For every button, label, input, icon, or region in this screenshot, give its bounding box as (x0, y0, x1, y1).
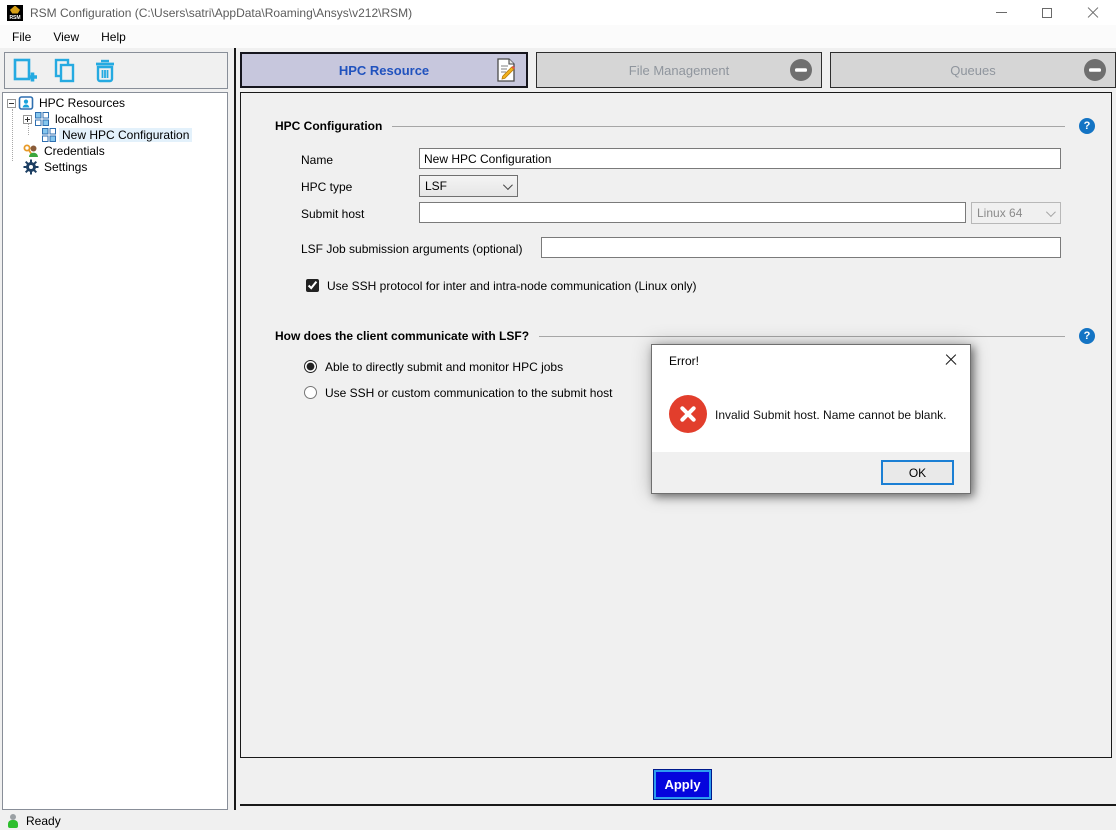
chevron-down-icon (502, 179, 513, 190)
submit-host-label: Submit host (301, 207, 365, 221)
status-user-body (8, 819, 18, 828)
ssh-custom-radio-label[interactable]: Use SSH or custom communication to the s… (325, 386, 612, 400)
collapse-expander-icon[interactable] (7, 98, 16, 108)
close-button[interactable] (1070, 0, 1116, 25)
name-input[interactable] (419, 148, 1061, 169)
app-logo-gold-shape (10, 5, 20, 14)
tree-item-label[interactable]: New HPC Configuration (59, 128, 193, 142)
close-icon (1087, 7, 1099, 19)
expand-expander-icon[interactable] (23, 114, 32, 124)
platform-select: Linux 64 (971, 202, 1061, 224)
maximize-icon (1042, 7, 1052, 18)
trash-icon (96, 59, 114, 82)
cluster-icon (42, 128, 56, 142)
hpc-type-value: LSF (425, 179, 448, 193)
help-glyph: ? (1083, 330, 1091, 342)
status-user-icon (8, 813, 18, 828)
menu-file[interactable]: File (2, 27, 41, 47)
copy-icon (54, 58, 75, 82)
panel-divider (234, 48, 236, 810)
ok-button[interactable]: OK (881, 460, 954, 485)
menu-view[interactable]: View (43, 27, 89, 47)
dialog-footer: OK (652, 452, 970, 493)
minimize-icon (995, 12, 1007, 13)
apply-strip: Apply (240, 758, 1116, 806)
ssh-protocol-checkbox[interactable] (306, 279, 319, 292)
menu-bar: File View Help (0, 25, 1116, 48)
chevron-down-icon (1045, 206, 1056, 217)
error-dialog-title: Error! (669, 354, 699, 368)
error-dialog: Error! Invalid Submit host. Name cannot … (651, 344, 971, 494)
error-icon (669, 395, 707, 433)
tree-item-credentials[interactable]: Credentials (21, 143, 108, 159)
hpc-type-select[interactable]: LSF (419, 175, 518, 197)
settings-gear-icon (23, 159, 39, 175)
tree-item-label[interactable]: Credentials (41, 144, 108, 158)
hpc-configuration-section-header: HPC Configuration (275, 119, 1065, 133)
minimize-button[interactable] (978, 0, 1024, 25)
cluster-icon (35, 112, 49, 126)
status-user-head (10, 813, 16, 820)
duplicate-configuration-button[interactable] (49, 56, 81, 86)
circle-minus-icon (790, 59, 812, 81)
client-communication-section-header: How does the client communicate with LSF… (275, 329, 1065, 343)
section-rule (392, 125, 1065, 127)
section-rule (539, 335, 1065, 337)
section-title: HPC Configuration (275, 119, 383, 133)
section-title: How does the client communicate with LSF… (275, 329, 530, 343)
title-bar: RSM RSM Configuration (C:\Users\satri\Ap… (0, 0, 1116, 25)
help-glyph: ? (1083, 120, 1091, 132)
credentials-icon (23, 144, 38, 157)
edit-pencil-icon (497, 58, 516, 82)
tab-queues[interactable]: Queues (830, 52, 1116, 88)
add-configuration-button[interactable] (9, 56, 41, 86)
app-logo-text: RSM (9, 14, 21, 21)
tree-item-label[interactable]: Settings (41, 160, 90, 174)
direct-submit-radio[interactable] (304, 360, 317, 373)
dialog-close-icon[interactable] (944, 353, 958, 367)
error-message: Invalid Submit host. Name cannot be blan… (715, 408, 947, 422)
tab-label: HPC Resource (338, 62, 430, 78)
window-controls (978, 0, 1116, 25)
delete-configuration-button[interactable] (89, 56, 121, 86)
ssh-custom-radio[interactable] (304, 386, 317, 399)
configuration-tree: HPC Resources localhost New HPC Configur… (2, 92, 228, 810)
tree-item-label[interactable]: localhost (52, 112, 105, 126)
tree-item-localhost[interactable]: localhost (23, 111, 105, 127)
lsf-args-input[interactable] (541, 237, 1061, 258)
tab-label: File Management (628, 62, 730, 78)
direct-submit-radio-label[interactable]: Able to directly submit and monitor HPC … (325, 360, 563, 374)
tab-file-management[interactable]: File Management (536, 52, 822, 88)
apply-button[interactable]: Apply (654, 770, 711, 799)
ssh-protocol-checkbox-label[interactable]: Use SSH protocol for inter and intra-nod… (327, 279, 697, 293)
add-document-icon (13, 58, 37, 81)
tree-item-new-hpc-configuration[interactable]: New HPC Configuration (39, 127, 193, 143)
tree-item-label[interactable]: HPC Resources (36, 96, 128, 110)
hpc-type-label: HPC type (301, 180, 353, 194)
lsf-args-label: LSF Job submission arguments (optional) (301, 242, 523, 256)
tree-toolbar (4, 52, 228, 89)
circle-minus-icon (1084, 59, 1106, 81)
menu-help[interactable]: Help (91, 27, 136, 47)
window-title: RSM Configuration (C:\Users\satri\AppDat… (30, 5, 413, 20)
tree-connector (12, 109, 13, 161)
tab-hpc-resource[interactable]: HPC Resource (240, 52, 528, 88)
maximize-button[interactable] (1024, 0, 1070, 25)
hpc-resources-icon (18, 96, 34, 110)
tab-bar: HPC Resource File Management Queues (240, 52, 1116, 88)
tree-item-hpc-resources[interactable]: HPC Resources (7, 95, 128, 111)
status-bar: Ready (0, 811, 1116, 830)
help-icon[interactable]: ? (1079, 118, 1095, 134)
help-icon[interactable]: ? (1079, 328, 1095, 344)
platform-value: Linux 64 (977, 206, 1023, 220)
tab-label: Queues (950, 62, 996, 78)
name-label: Name (301, 153, 334, 167)
app-logo-icon: RSM (7, 4, 23, 21)
submit-host-input[interactable] (419, 202, 966, 223)
tree-item-settings[interactable]: Settings (21, 159, 90, 175)
status-text: Ready (26, 813, 61, 828)
